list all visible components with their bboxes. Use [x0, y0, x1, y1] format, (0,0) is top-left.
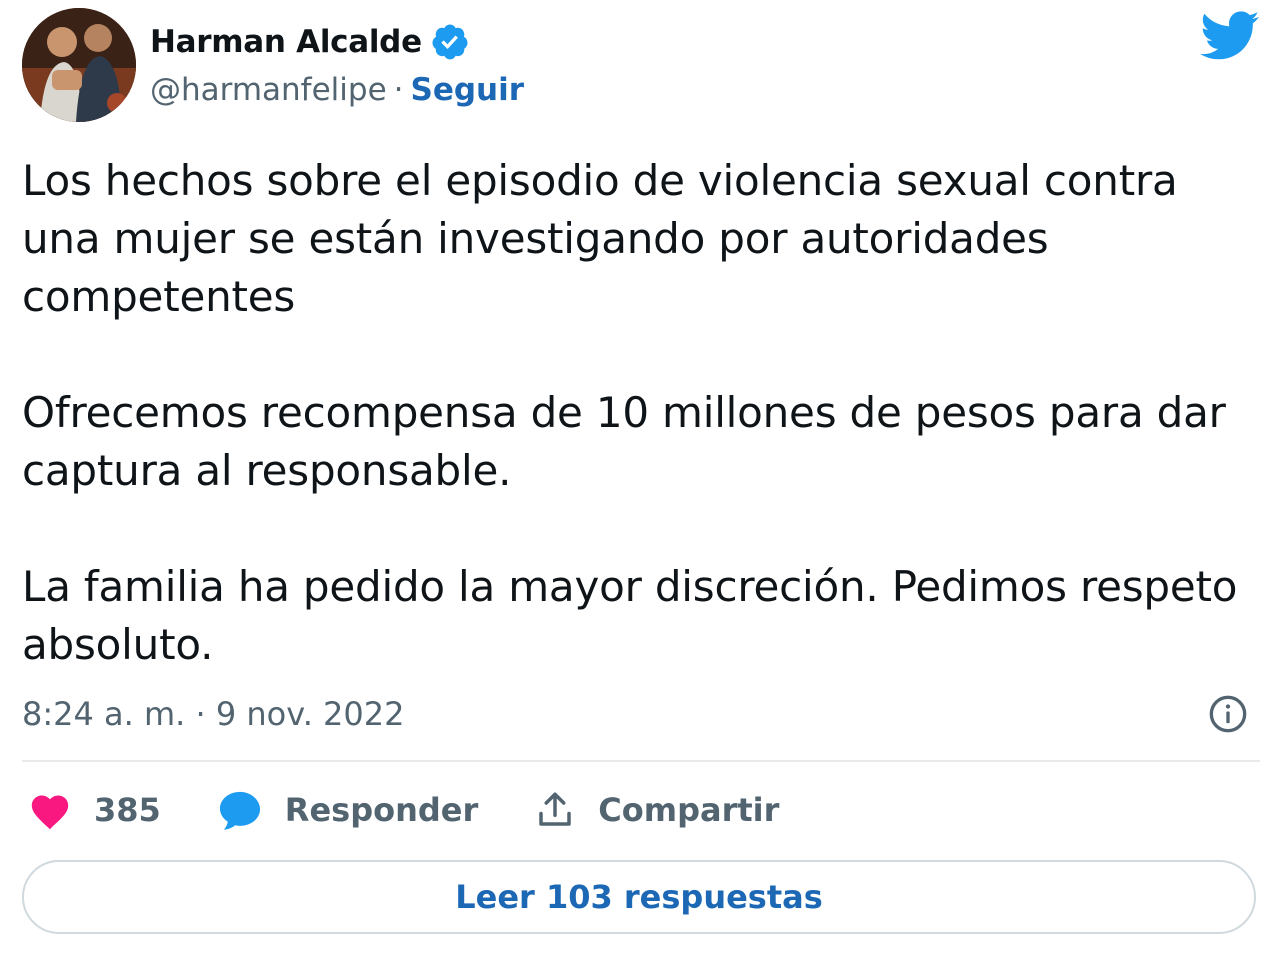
tweet-paragraph: La familia ha pedido la mayor discreción…	[22, 562, 1238, 669]
author-name-row: Harman Alcalde	[150, 20, 524, 64]
author-handle-row: @harmanfelipe · Seguir	[150, 68, 524, 112]
tweet-paragraph: Ofrecemos recompensa de 10 millones de p…	[22, 388, 1226, 495]
avatar[interactable]	[22, 8, 136, 122]
heart-icon	[31, 795, 69, 830]
share-label: Compartir	[598, 791, 780, 829]
author-handle[interactable]: @harmanfelipe	[150, 72, 387, 108]
share-icon	[539, 792, 571, 826]
tweet-actions: 385 Responder Compartir	[28, 784, 835, 836]
tweet-timestamp[interactable]: 8:24 a. m. · 9 nov. 2022	[22, 695, 404, 733]
verified-badge-icon	[432, 24, 468, 60]
info-icon[interactable]	[1208, 694, 1248, 734]
reply-button[interactable]: Responder	[217, 789, 478, 831]
tweet-paragraph: Los hechos sobre el episodio de violenci…	[22, 156, 1178, 321]
speech-bubble-icon	[219, 791, 260, 830]
author-info: Harman Alcalde @harmanfelipe · Seguir	[150, 20, 524, 112]
share-button[interactable]: Compartir	[534, 789, 779, 831]
tweet-card: Harman Alcalde @harmanfelipe · Seguir Lo…	[0, 0, 1280, 961]
like-button[interactable]: 385	[28, 790, 161, 830]
separator-dot: ·	[393, 72, 404, 108]
reply-label: Responder	[284, 791, 479, 829]
read-replies-button[interactable]: Leer 103 respuestas	[22, 860, 1256, 934]
divider	[22, 760, 1260, 762]
follow-button[interactable]: Seguir	[411, 72, 525, 108]
like-count: 385	[94, 791, 161, 829]
twitter-bird-icon[interactable]	[1200, 10, 1260, 62]
author-display-name[interactable]: Harman Alcalde	[150, 24, 422, 60]
tweet-meta: 8:24 a. m. · 9 nov. 2022	[22, 690, 1260, 738]
tweet-body: Los hechos sobre el episodio de violenci…	[22, 152, 1262, 732]
